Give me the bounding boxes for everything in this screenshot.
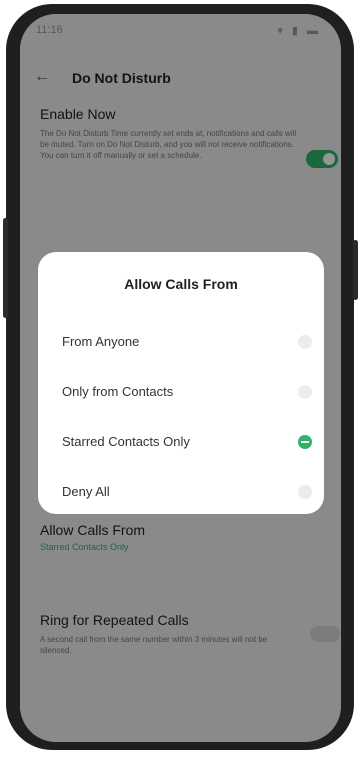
option-deny-all[interactable]: Deny All — [38, 468, 324, 516]
radio-unselected-icon[interactable] — [298, 385, 312, 399]
power-button — [353, 240, 358, 300]
radio-unselected-icon[interactable] — [298, 335, 312, 349]
radio-unselected-icon[interactable] — [298, 485, 312, 499]
option-label: Deny All — [62, 484, 110, 499]
option-only-contacts[interactable]: Only from Contacts — [38, 368, 324, 416]
option-label: From Anyone — [62, 334, 140, 349]
volume-button — [3, 218, 8, 318]
radio-selected-check-icon[interactable] — [298, 435, 312, 449]
option-label: Only from Contacts — [62, 384, 174, 399]
dialog-title: Allow Calls From — [124, 276, 238, 292]
option-label: Starred Contacts Only — [62, 434, 190, 449]
screen: 11:16 ▾ ▮ ▬ ← Do Not Disturb Enable Now … — [20, 14, 341, 742]
allow-calls-dialog: Allow Calls From From Anyone Only from C… — [38, 252, 324, 514]
option-starred-contacts[interactable]: Starred Contacts Only — [38, 418, 324, 466]
option-from-anyone[interactable]: From Anyone — [38, 318, 324, 366]
